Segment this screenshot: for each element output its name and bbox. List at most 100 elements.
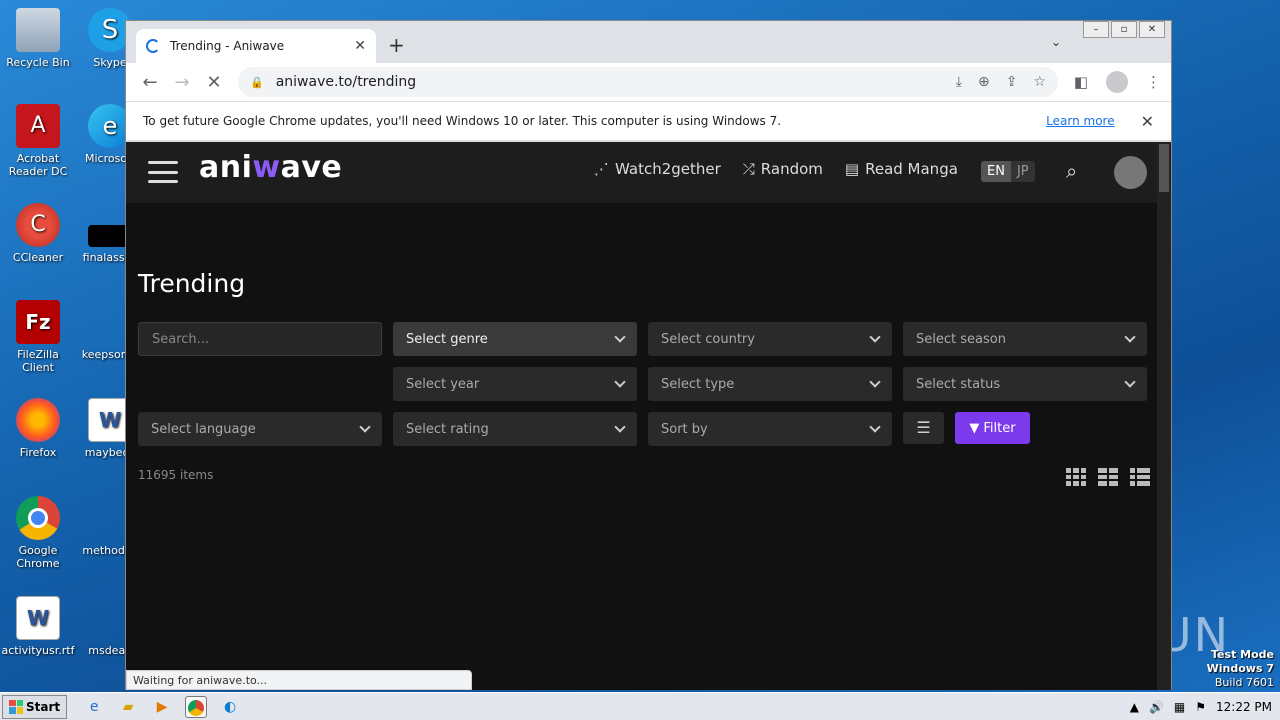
network-icon[interactable]: ▦ [1174,700,1185,714]
lock-icon[interactable]: 🔒 [250,76,264,89]
stop-loading-icon[interactable]: ✕ [198,72,230,93]
language-select[interactable]: Select language [138,412,382,446]
folder-icon[interactable]: ▰ [117,696,139,718]
desktop-icon-firefox[interactable]: Firefox [0,398,76,459]
toolbar-right: ◧ ⋮ [1074,71,1161,93]
desktop-icon-activityusr[interactable]: W activityusr.rtf [0,596,76,657]
share-icon[interactable]: ⇪ [1006,74,1018,90]
kebab-menu-icon[interactable]: ⋮ [1146,73,1161,91]
select-label: Select year [406,376,480,392]
desktop-icon-google-chrome[interactable]: Google Chrome [0,496,76,570]
new-tab-button[interactable]: + [388,33,405,57]
nav-watch2gether[interactable]: ⋰ Watch2gether [594,160,721,178]
desktop-icon-ccleaner[interactable]: C CCleaner [0,203,76,264]
address-bar[interactable]: 🔒 aniwave.to/trending ⤓ ⊕ ⇪ ☆ [238,67,1058,97]
start-label: Start [26,699,61,714]
taskbar-pinned: e ▰ ▶ ◐ [83,695,241,718]
book-icon: ▤ [844,160,860,178]
maximize-button[interactable]: ▫ [1111,21,1137,38]
chevron-down-icon [869,420,881,433]
desktop-icon-label: Firefox [19,446,57,459]
side-panel-icon[interactable]: ◧ [1074,73,1088,91]
volume-icon[interactable]: 🔊 [1149,700,1164,714]
status-select[interactable]: Select status [903,367,1147,401]
back-arrow-icon[interactable]: ← [134,72,166,93]
start-button[interactable]: Start [2,694,68,719]
select-label: Select language [151,421,256,437]
infobar-message: To get future Google Chrome updates, you… [143,114,782,128]
update-infobar: To get future Google Chrome updates, you… [126,101,1171,141]
desktop-icon-label: Acrobat Reader DC [8,152,68,178]
tab-search-chevron-icon[interactable]: ⌄ [1051,35,1061,49]
grid-2-view-icon[interactable] [1098,468,1118,486]
zoom-icon[interactable]: ⊕ [978,74,990,90]
edge-taskbar-icon[interactable]: ◐ [219,696,241,718]
nav-random[interactable]: ⤮ Random [743,160,823,178]
taskbar: Start e ▰ ▶ ◐ ▲ 🔊 ▦ ⚑ 12:22 PM [0,692,1280,720]
internet-explorer-icon[interactable]: e [83,696,105,718]
learn-more-link[interactable]: Learn more [1046,114,1114,128]
share-nodes-icon: ⋰ [594,160,609,178]
filezilla-icon: Fz [16,300,60,344]
test-mode-notice: Test Mode Windows 7 Build 7601 [1207,648,1274,690]
tab-trending[interactable]: Trending - Aniwave ✕ [136,29,376,63]
chrome-icon [16,496,60,540]
sort-select[interactable]: Sort by [648,412,892,446]
chrome-taskbar-icon[interactable] [185,695,208,718]
close-tab-icon[interactable]: ✕ [354,38,366,54]
lang-jp[interactable]: JP [1011,161,1035,182]
show-hidden-icons-icon[interactable]: ▲ [1130,700,1139,714]
clock[interactable]: 12:22 PM [1216,700,1272,714]
close-window-button[interactable]: ✕ [1139,21,1165,38]
nav-label: Random [760,160,823,178]
desktop-icon-acrobat[interactable]: A Acrobat Reader DC [0,104,76,178]
country-select[interactable]: Select country [648,322,892,356]
hamburger-menu-icon[interactable] [148,161,178,183]
word-doc-icon: W [16,596,60,640]
search-input[interactable]: Search... [138,322,382,356]
forward-arrow-icon[interactable]: → [166,72,198,93]
grid-3-view-icon[interactable] [1066,468,1086,486]
desktop-icon-label: FileZilla Client [17,348,59,374]
minimize-button[interactable]: – [1083,21,1109,38]
year-select[interactable]: Select year [393,367,637,401]
test-mode-line: Test Mode [1211,648,1274,661]
site-logo[interactable]: aniwave [199,150,342,185]
select-label: Select rating [406,421,489,437]
loading-spinner-icon [146,39,160,53]
language-toggle[interactable]: EN JP [981,161,1035,182]
profile-avatar-icon[interactable] [1106,71,1128,93]
ccleaner-icon: C [16,203,60,247]
search-placeholder: Search... [152,331,210,347]
season-select[interactable]: Select season [903,322,1147,356]
action-center-flag-icon[interactable]: ⚑ [1195,700,1206,714]
scrollbar-thumb[interactable] [1159,144,1169,192]
search-icon[interactable]: ⌕ [1066,159,1077,183]
advanced-filter-sliders-icon[interactable]: ☰ [903,412,944,444]
rating-select[interactable]: Select rating [393,412,637,446]
chevron-down-icon [869,375,881,388]
nav-read-manga[interactable]: ▤ Read Manga [845,160,958,178]
genre-select[interactable]: Select genre [393,322,637,356]
desktop-icon-filezilla[interactable]: Fz FileZilla Client [0,300,76,374]
lang-en[interactable]: EN [981,161,1011,182]
select-label: Select genre [406,331,488,347]
site-header: aniwave ⋰ Watch2gether ⤮ Random ▤ Read M… [126,142,1158,203]
select-label: Select country [661,331,755,347]
type-select[interactable]: Select type [648,367,892,401]
chevron-down-icon [614,330,626,343]
media-player-icon[interactable]: ▶ [151,696,173,718]
desktop-icon-label: Recycle Bin [6,56,70,69]
desktop-icon-recycle-bin[interactable]: Recycle Bin [0,8,76,69]
bookmark-star-icon[interactable]: ☆ [1033,74,1046,90]
page-scrollbar[interactable] [1157,142,1171,690]
close-infobar-icon[interactable]: ✕ [1141,112,1154,131]
list-view-icon[interactable] [1130,468,1150,486]
loading-status-bubble: Waiting for aniwave.to... [126,670,472,690]
install-app-icon[interactable]: ⤓ [956,74,962,90]
filter-button[interactable]: ▼ Filter [955,412,1030,444]
tab-title: Trending - Aniwave [170,39,285,53]
user-avatar[interactable] [1114,156,1147,189]
browser-window: Trending - Aniwave ✕ + ⌄ – ▫ ✕ ← → ✕ 🔒 a… [125,20,1172,690]
url-text[interactable]: aniwave.to/trending [276,74,956,90]
